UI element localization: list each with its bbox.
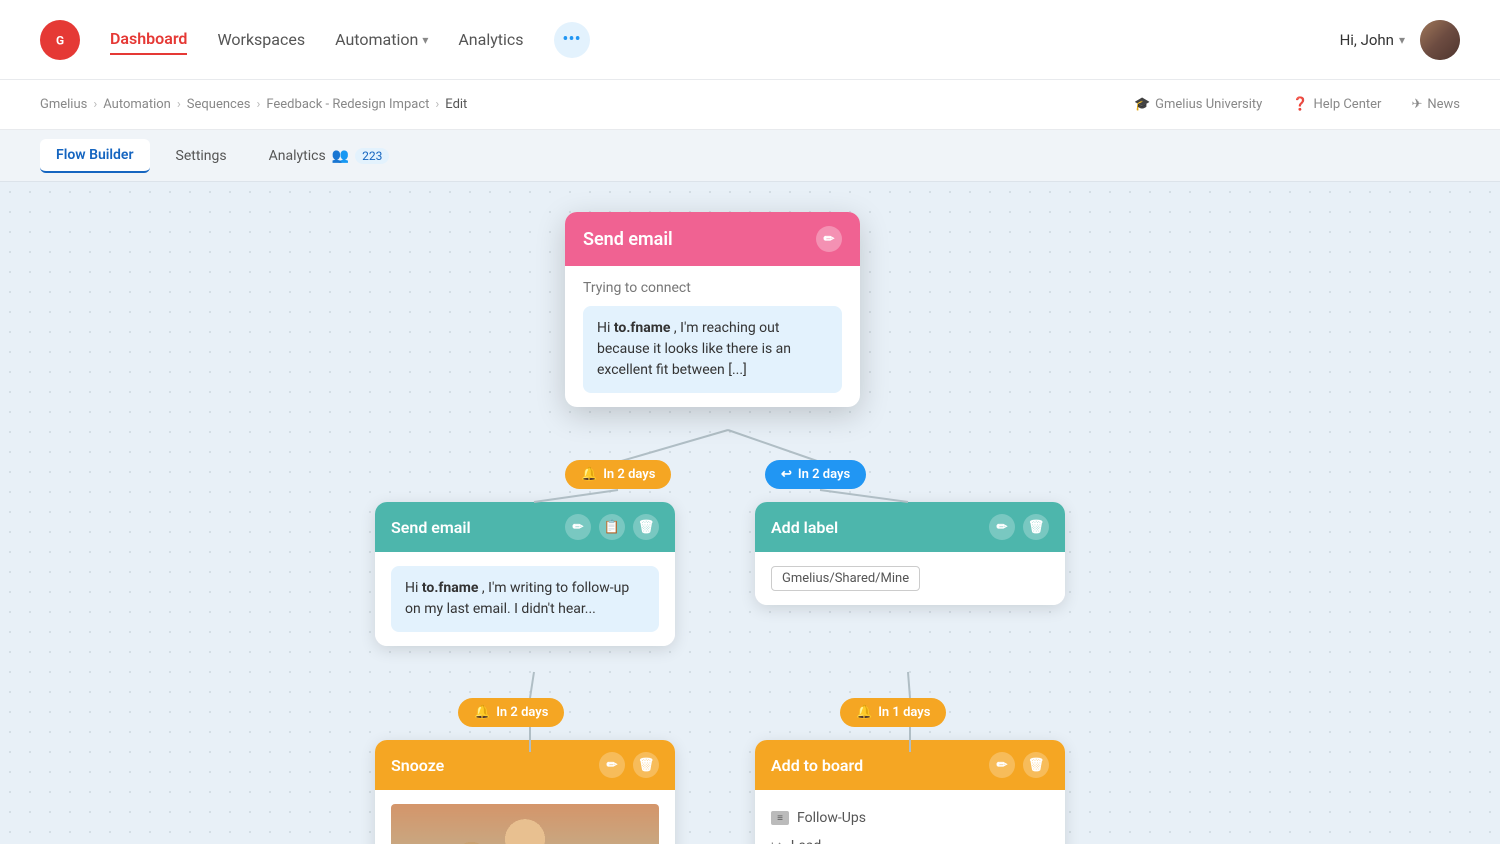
popup-edit-icon[interactable]: ✏ — [816, 226, 842, 252]
breadcrumb-bar: Gmelius › Automation › Sequences › Feedb… — [0, 80, 1500, 130]
popup-fname: to.fname — [614, 320, 671, 336]
add-board-header: Add to board ✏ 🗑 — [755, 740, 1065, 790]
send-email-template-icon[interactable]: 📋 — [599, 514, 625, 540]
add-board-delete-icon[interactable]: 🗑 — [1023, 752, 1049, 778]
help-circle-icon: ❓ — [1292, 97, 1308, 112]
clock-icon-tl: 🔔 — [581, 467, 597, 482]
popup-email-preview: Hi to.fname , I'm reaching out because i… — [583, 306, 842, 393]
nav-right: Hi, John ▾ — [1340, 20, 1460, 60]
bc-gmelius[interactable]: Gmelius — [40, 97, 87, 112]
people-icon: 👥 — [332, 148, 349, 164]
logo[interactable]: G — [40, 20, 80, 60]
send-email-preview: Hi to.fname , I'm writing to follow-up o… — [391, 566, 659, 632]
label-tag: Gmelius/Shared/Mine — [771, 566, 920, 591]
user-greeting[interactable]: Hi, John ▾ — [1340, 31, 1405, 49]
nav-analytics[interactable]: Analytics — [458, 25, 523, 54]
popup-header: Send email ✏ — [565, 212, 860, 266]
help-center-link[interactable]: ❓ Help Center — [1292, 97, 1381, 112]
bc-sequences[interactable]: Sequences — [187, 97, 251, 112]
top-nav: G Dashboard Workspaces Automation ▾ Anal… — [0, 0, 1500, 80]
add-label-delete-icon[interactable]: 🗑 — [1023, 514, 1049, 540]
send-email-fname: to.fname — [422, 580, 479, 596]
add-board-body: ≡ Follow-Ups ↦ Lead — [755, 790, 1065, 844]
delay-badge-bottom-right: 🔔 In 1 days — [840, 698, 946, 727]
snooze-image — [391, 804, 659, 844]
flow-canvas: Send email ✏ Trying to connect Hi to.fna… — [0, 182, 1500, 844]
send-email-body: Hi to.fname , I'm writing to follow-up o… — [375, 552, 675, 646]
popup-body: Trying to connect Hi to.fname , I'm reac… — [565, 266, 860, 407]
send-icon: ✈ — [1411, 97, 1422, 112]
add-label-body: Gmelius/Shared/Mine — [755, 552, 1065, 605]
send-email-header: Send email ✏ 📋 🗑 — [375, 502, 675, 552]
bc-automation[interactable]: Automation — [103, 97, 171, 112]
analytics-badge: 223 — [355, 148, 389, 164]
board-item-lead: ↦ Lead — [771, 832, 1049, 844]
popup-subtitle: Trying to connect — [583, 280, 842, 296]
tab-analytics[interactable]: Analytics 👥 223 — [253, 140, 406, 172]
arrow-left-icon: ↩ — [781, 467, 792, 482]
nav-items: Dashboard Workspaces Automation ▾ Analyt… — [110, 22, 1340, 58]
snooze-delete-icon[interactable]: 🗑 — [633, 752, 659, 778]
svg-text:G: G — [56, 33, 64, 47]
automation-chevron: ▾ — [422, 33, 428, 47]
delay-badge-bottom-left: 🔔 In 2 days — [458, 698, 564, 727]
breadcrumb-right-links: 🎓 Gmelius University ❓ Help Center ✈ New… — [1134, 97, 1460, 112]
sub-tabs: Flow Builder Settings Analytics 👥 223 — [0, 130, 1500, 182]
snooze-edit-icon[interactable]: ✏ — [599, 752, 625, 778]
clock-icon-bl: 🔔 — [474, 705, 490, 720]
card-send-email: Send email ✏ 📋 🗑 Hi to.fname , I'm writi… — [375, 502, 675, 646]
avatar[interactable] — [1420, 20, 1460, 60]
add-label-edit-icon[interactable]: ✏ — [989, 514, 1015, 540]
nav-workspaces[interactable]: Workspaces — [217, 25, 305, 54]
send-email-edit-icon[interactable]: ✏ — [565, 514, 591, 540]
board-item-followups: ≡ Follow-Ups — [771, 804, 1049, 832]
nav-dashboard[interactable]: Dashboard — [110, 24, 187, 55]
clock-icon-br: 🔔 — [856, 705, 872, 720]
delay-badge-top-right: ↩ In 2 days — [765, 460, 866, 489]
send-email-delete-icon[interactable]: 🗑 — [633, 514, 659, 540]
nav-automation[interactable]: Automation ▾ — [335, 25, 428, 54]
card-add-board: Add to board ✏ 🗑 ≡ Follow-Ups ↦ Lead — [755, 740, 1065, 844]
arrow-icon-lead: ↦ — [771, 838, 783, 844]
add-label-header: Add label ✏ 🗑 — [755, 502, 1065, 552]
board-icon-followups: ≡ — [771, 811, 789, 825]
card-snooze: Snooze ✏ 🗑 — [375, 740, 675, 844]
delay-badge-top-left: 🔔 In 2 days — [565, 460, 671, 489]
card-add-label: Add label ✏ 🗑 Gmelius/Shared/Mine — [755, 502, 1065, 605]
bc-feedback[interactable]: Feedback - Redesign Impact — [266, 97, 429, 112]
tab-flow-builder[interactable]: Flow Builder — [40, 139, 150, 173]
add-board-edit-icon[interactable]: ✏ — [989, 752, 1015, 778]
snooze-header: Snooze ✏ 🗑 — [375, 740, 675, 790]
bc-edit[interactable]: Edit — [445, 97, 467, 112]
gmelius-university-link[interactable]: 🎓 Gmelius University — [1134, 97, 1262, 112]
nav-more[interactable]: ••• — [554, 22, 590, 58]
popup-send-email: Send email ✏ Trying to connect Hi to.fna… — [565, 212, 860, 407]
user-chevron: ▾ — [1399, 33, 1405, 47]
snooze-body — [375, 790, 675, 844]
tab-settings[interactable]: Settings — [160, 140, 243, 172]
graduation-cap-icon: 🎓 — [1134, 97, 1150, 112]
news-link[interactable]: ✈ News — [1411, 97, 1460, 112]
